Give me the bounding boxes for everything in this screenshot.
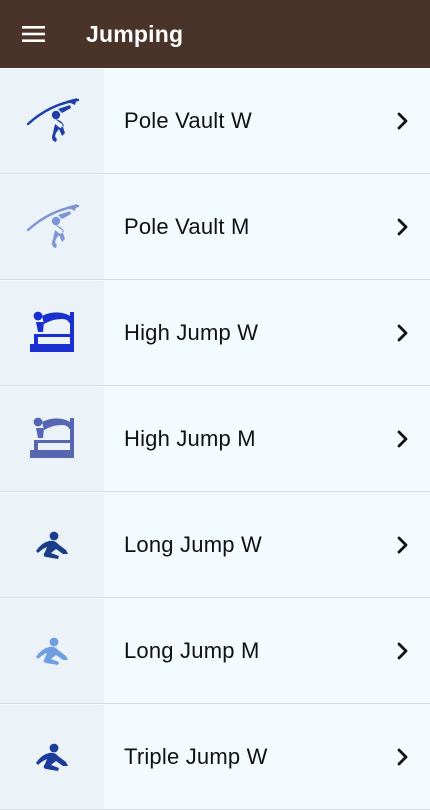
event-icon-container <box>0 174 104 279</box>
event-label: Pole Vault W <box>124 107 252 133</box>
high-jump-icon <box>30 311 74 352</box>
event-label: Pole Vault M <box>124 213 250 239</box>
event-icon-container <box>0 598 104 703</box>
chevron-right-icon <box>388 424 418 454</box>
page-title: Jumping <box>86 20 184 47</box>
triple-jump-icon <box>36 743 68 771</box>
event-label: Triple Jump W <box>124 743 268 769</box>
list-item-long-jump-m[interactable]: Long Jump M <box>0 598 430 704</box>
list-item-high-jump-w[interactable]: High Jump W <box>0 280 430 386</box>
event-icon-container <box>0 492 104 597</box>
app-bar: Jumping <box>0 0 430 68</box>
list-item-triple-jump-w[interactable]: Triple Jump W <box>0 704 430 810</box>
event-label: High Jump M <box>124 425 256 451</box>
event-icon-container <box>0 704 104 809</box>
event-label: High Jump W <box>124 319 259 345</box>
list-item-pole-vault-w[interactable]: Pole Vault W <box>0 68 430 174</box>
event-icon-container <box>0 280 104 385</box>
event-icon-container <box>0 386 104 491</box>
chevron-right-icon <box>388 318 418 348</box>
chevron-right-icon <box>388 636 418 666</box>
list-item-pole-vault-m[interactable]: Pole Vault M <box>0 174 430 280</box>
list-item-high-jump-m[interactable]: High Jump M <box>0 386 430 492</box>
pole-vault-icon <box>26 97 80 142</box>
event-list: Pole Vault W Pole Vault M High Jump W Hi… <box>0 68 430 810</box>
event-label: Long Jump M <box>124 637 260 663</box>
event-label: Long Jump W <box>124 531 262 557</box>
list-item-long-jump-w[interactable]: Long Jump W <box>0 492 430 598</box>
high-jump-icon <box>30 417 74 458</box>
event-icon-container <box>0 68 104 173</box>
chevron-right-icon <box>388 742 418 772</box>
long-jump-icon <box>36 637 68 665</box>
chevron-right-icon <box>388 212 418 242</box>
pole-vault-icon <box>26 203 80 248</box>
chevron-right-icon <box>388 530 418 560</box>
chevron-right-icon <box>388 106 418 136</box>
hamburger-menu-icon <box>22 26 45 42</box>
long-jump-icon <box>36 531 68 559</box>
menu-button[interactable] <box>0 0 68 68</box>
